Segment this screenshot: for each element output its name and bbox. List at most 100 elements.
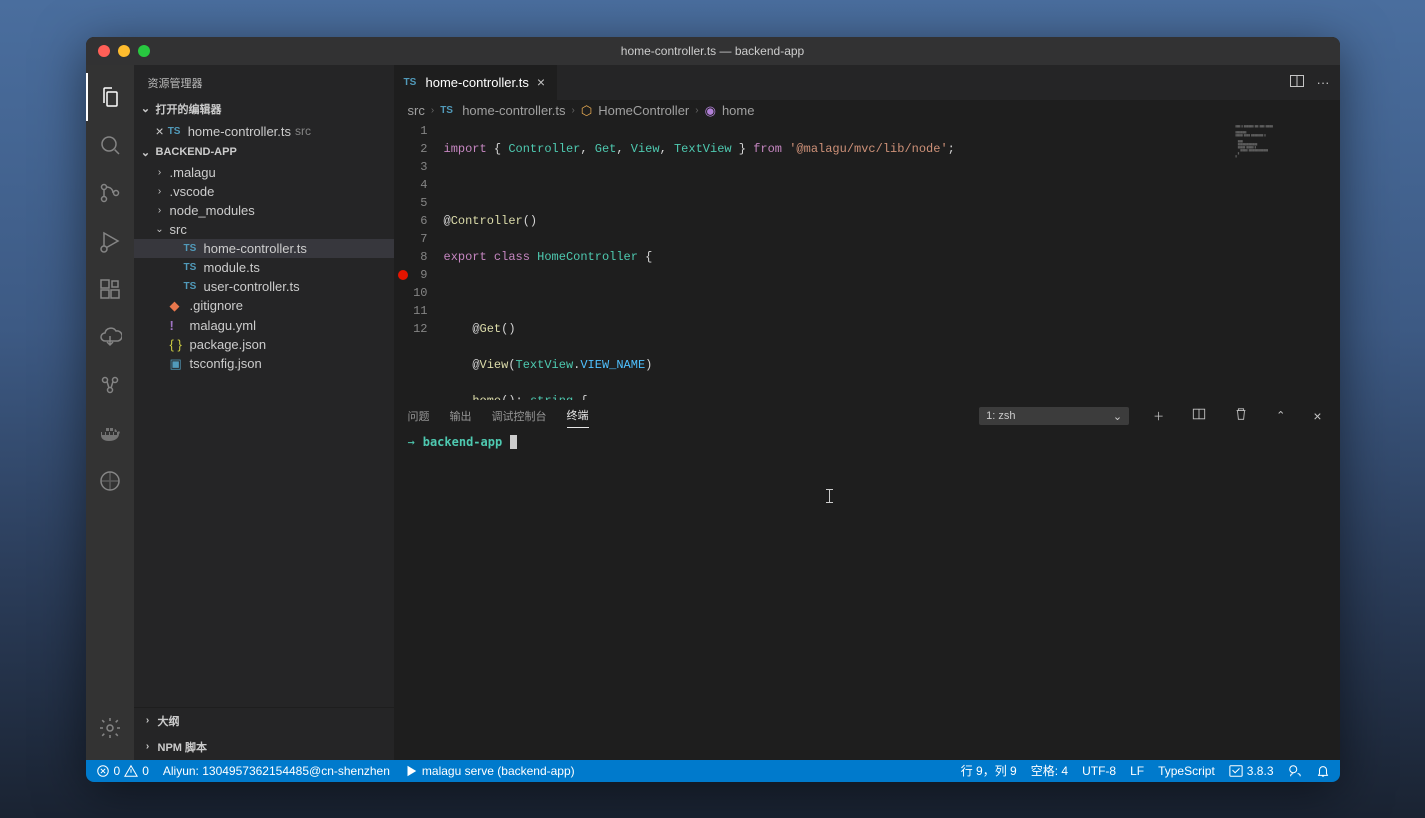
file-item[interactable]: TSmodule.ts (134, 258, 394, 277)
open-editors-header[interactable]: ⌄ 打开的编辑器 (134, 97, 394, 121)
activity-bar (86, 65, 134, 760)
open-editor-item[interactable]: × TS home-controller.ts src (134, 121, 394, 142)
breadcrumb-item[interactable]: home-controller.ts (462, 103, 565, 118)
status-bell-icon[interactable] (1316, 764, 1330, 778)
maximize-window[interactable] (138, 45, 150, 57)
minimap[interactable]: ████ █ ████████ ███ ████ ██████ ████████… (1230, 122, 1340, 400)
titlebar: home-controller.ts — backend-app (86, 37, 1340, 65)
outline-section[interactable]: › 大纲 (134, 708, 394, 734)
split-editor-icon[interactable] (1289, 73, 1305, 92)
yml-file-icon: ! (170, 318, 186, 333)
more-actions-icon[interactable]: ··· (1317, 75, 1330, 90)
status-encoding[interactable]: UTF-8 (1082, 764, 1116, 778)
chevron-icon: › (154, 167, 166, 178)
panel-tab-output[interactable]: 输出 (450, 404, 472, 428)
chevron-icon: ⌄ (154, 224, 166, 235)
close-editor-icon[interactable]: × (156, 124, 164, 138)
folder-item[interactable]: ›.malagu (134, 163, 394, 182)
json-file-icon: { } (170, 337, 186, 352)
method-icon: ◉ (705, 103, 716, 119)
minimize-window[interactable] (118, 45, 130, 57)
status-run[interactable]: malagu serve (backend-app) (404, 764, 575, 778)
prompt-arrow: → (408, 435, 415, 449)
breadcrumb-item[interactable]: home (722, 103, 755, 118)
tab-actions: ··· (1279, 65, 1340, 100)
status-tsversion[interactable]: 3.8.3 (1229, 764, 1274, 778)
remote-icon[interactable] (86, 361, 134, 409)
debug-icon[interactable] (86, 217, 134, 265)
git-file-icon: ◆ (170, 298, 186, 314)
file-item[interactable]: TSuser-controller.ts (134, 277, 394, 296)
sidebar-title: 资源管理器 (134, 65, 394, 97)
statusbar: 0 0 Aliyun: 1304957362154485@cn-shenzhen… (86, 760, 1340, 782)
breadcrumbs[interactable]: src › TS home-controller.ts › ⬡ HomeCont… (394, 100, 1340, 122)
panel-tab-terminal[interactable]: 终端 (567, 403, 589, 428)
folder-item[interactable]: ›.vscode (134, 182, 394, 201)
chevron-down-icon: ⌄ (140, 146, 152, 159)
explorer-icon[interactable] (86, 73, 134, 121)
split-terminal-icon[interactable] (1188, 405, 1210, 426)
file-item[interactable]: ▣tsconfig.json (134, 354, 394, 374)
traffic-lights (86, 45, 150, 57)
docker-icon[interactable] (86, 409, 134, 457)
status-feedback-icon[interactable] (1288, 764, 1302, 778)
prompt-folder: backend-app (423, 435, 502, 449)
search-icon[interactable] (86, 121, 134, 169)
panel-tab-problems[interactable]: 问题 (408, 404, 430, 428)
kill-terminal-icon[interactable] (1230, 405, 1252, 426)
chevron-icon: › (154, 205, 166, 216)
chevron-right-icon: › (142, 715, 154, 726)
chevron-icon: › (154, 186, 166, 197)
settings-icon[interactable] (86, 704, 134, 752)
npm-scripts-section[interactable]: › NPM 脚本 (134, 734, 394, 760)
maximize-panel-icon[interactable]: ⌃ (1272, 407, 1289, 424)
ts-file-icon: TS (184, 243, 200, 254)
ts-file-icon: TS (184, 281, 200, 292)
status-spaces[interactable]: 空格: 4 (1031, 762, 1068, 779)
panel-tabs: 问题 输出 调试控制台 终端 1: zsh ＋ ⌃ × (394, 401, 1340, 431)
terminal-cursor (510, 435, 517, 449)
terminal[interactable]: → backend-app (394, 431, 1340, 760)
editor-tab[interactable]: TS home-controller.ts × (394, 65, 559, 100)
file-item[interactable]: { }package.json (134, 335, 394, 354)
extensions-icon[interactable] (86, 265, 134, 313)
source-control-icon[interactable] (86, 169, 134, 217)
vscode-window: home-controller.ts — backend-app (86, 37, 1340, 782)
breakpoint-icon[interactable] (398, 270, 408, 280)
chevron-down-icon: ⌄ (140, 102, 152, 115)
sidebar-bottom: › 大纲 › NPM 脚本 (134, 707, 394, 760)
editor[interactable]: 123456789101112 import { Controller, Get… (394, 122, 1340, 400)
window-title: home-controller.ts — backend-app (621, 44, 804, 58)
chevron-right-icon: › (572, 105, 575, 116)
status-aliyun[interactable]: Aliyun: 1304957362154485@cn-shenzhen (163, 764, 390, 778)
folder-item[interactable]: ⌄src (134, 220, 394, 239)
chevron-right-icon: › (695, 105, 698, 116)
file-item[interactable]: TShome-controller.ts (134, 239, 394, 258)
code-area[interactable]: import { Controller, Get, View, TextView… (444, 122, 1340, 400)
folder-item[interactable]: ›node_modules (134, 201, 394, 220)
sidebar: 资源管理器 ⌄ 打开的编辑器 × TS home-controller.ts s… (134, 65, 394, 760)
cloud-icon[interactable] (86, 313, 134, 361)
file-item[interactable]: ◆.gitignore (134, 296, 394, 316)
project-icon[interactable] (86, 457, 134, 505)
close-tab-icon[interactable]: × (535, 73, 547, 91)
main: TS home-controller.ts × ··· src › TS hom… (394, 65, 1340, 760)
breadcrumb-item[interactable]: src (408, 103, 425, 118)
terminal-select[interactable]: 1: zsh (979, 407, 1129, 425)
panel-tab-debug[interactable]: 调试控制台 (492, 404, 547, 428)
tsconfig-file-icon: ▣ (170, 356, 186, 372)
ts-file-icon: TS (440, 105, 456, 116)
file-item[interactable]: !malagu.yml (134, 316, 394, 335)
new-terminal-icon[interactable]: ＋ (1149, 406, 1168, 426)
tabs: TS home-controller.ts × ··· (394, 65, 1340, 100)
status-eol[interactable]: LF (1130, 764, 1144, 778)
status-linecol[interactable]: 行 9，列 9 (961, 762, 1017, 779)
close-panel-icon[interactable]: × (1309, 407, 1325, 425)
project-header[interactable]: ⌄ BACKEND-APP (134, 142, 394, 163)
chevron-right-icon: › (431, 105, 434, 116)
close-window[interactable] (98, 45, 110, 57)
ts-file-icon: TS (404, 77, 420, 88)
status-errors[interactable]: 0 0 (96, 764, 149, 778)
status-language[interactable]: TypeScript (1158, 764, 1215, 778)
breadcrumb-item[interactable]: HomeController (598, 103, 689, 118)
